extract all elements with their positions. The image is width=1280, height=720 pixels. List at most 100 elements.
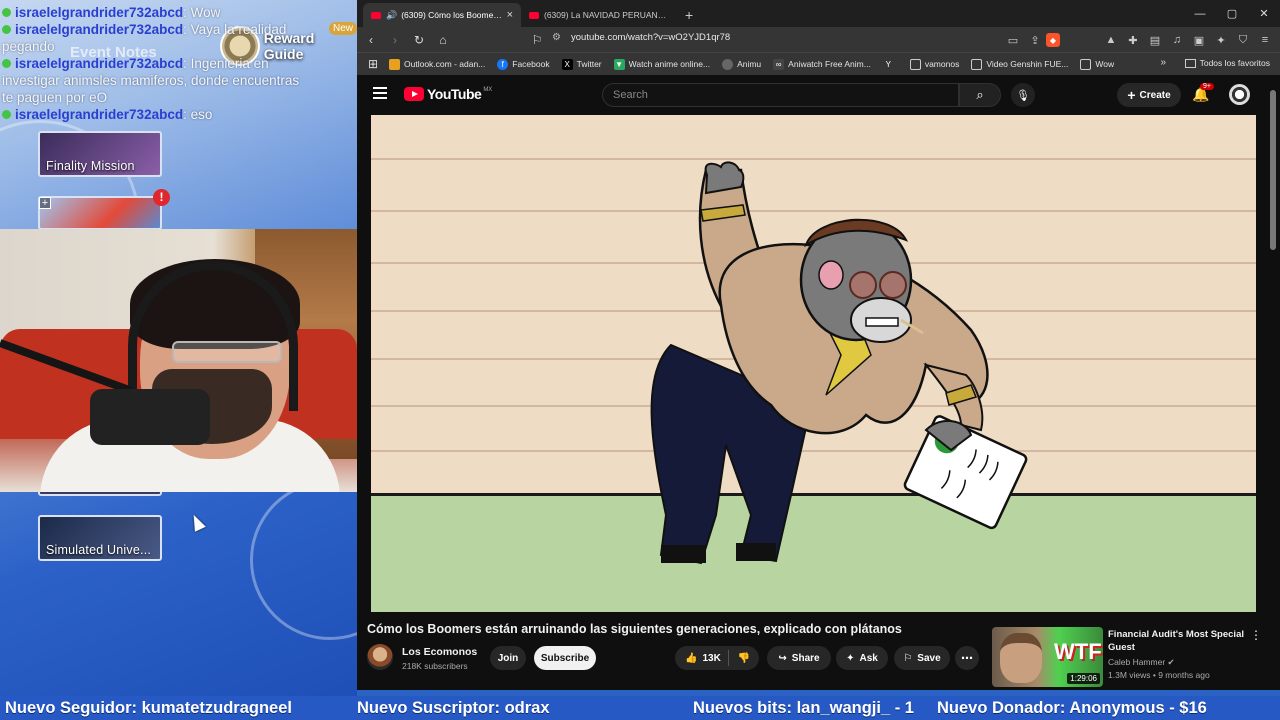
recommended-video-title[interactable]: Financial Audit's Most Special Guest [1108, 628, 1253, 654]
install-icon[interactable]: ▭ [1002, 30, 1024, 50]
new-badge: New [328, 22, 357, 35]
video-title: Cómo los Boomers están arruinando las si… [367, 622, 902, 636]
rewards-icon[interactable]: ▲ [1100, 30, 1122, 50]
finality-mission-card[interactable]: Finality Mission [38, 131, 162, 177]
youtube-logo[interactable]: YouTube MX [404, 86, 492, 102]
user-badge-icon [2, 59, 11, 68]
recommended-menu-icon[interactable]: ⋮ [1250, 628, 1262, 642]
simulated-universe-label: Simulated Unive... [46, 543, 152, 557]
bookmark-twitter[interactable]: X Twitter [561, 58, 602, 70]
stream-ticker: Nuevo Seguidor: kumatetzudragneel Nuevo … [0, 696, 1280, 720]
back-icon[interactable]: ‹ [361, 30, 381, 50]
dislike-button[interactable]: 👎 [729, 653, 759, 664]
decorative-swirl [250, 480, 357, 640]
extensions-icon[interactable]: ✚ [1122, 30, 1144, 50]
bookmark-animu[interactable]: Animu [722, 58, 761, 70]
chat-username: israelelgrandrider732abcd [15, 107, 184, 122]
bookmark-facebook[interactable]: f Facebook [497, 58, 550, 70]
webcam-feed [0, 229, 357, 492]
close-tab-icon[interactable]: × [507, 9, 513, 21]
minimize-icon[interactable]: — [1184, 0, 1216, 27]
vpn-icon[interactable]: ⛉ [1232, 30, 1254, 50]
save-button[interactable]: ⚐ Save [894, 646, 950, 670]
more-actions-button[interactable]: ⋯ [955, 646, 979, 670]
all-bookmarks-folder[interactable]: Todos los favoritos [1184, 58, 1270, 68]
subscriber-count: 218K subscribers [402, 661, 468, 671]
channel-avatar[interactable] [367, 644, 393, 670]
bookmark-outlook[interactable]: Outlook.com - adan... [389, 58, 485, 70]
more-bookmarks-icon[interactable]: » [1160, 57, 1166, 68]
forward-icon[interactable]: › [385, 30, 405, 50]
chat-text: Wow [190, 5, 221, 20]
music-icon[interactable]: ♫ [1166, 30, 1188, 50]
event-card[interactable] [38, 196, 162, 230]
bookmark-aniwatch[interactable]: ∞ Aniwatch Free Anim... [773, 58, 871, 70]
animu-icon [722, 58, 734, 70]
sidebar-icon[interactable]: ▤ [1144, 30, 1166, 50]
speaker-icon: 🔊 [386, 9, 398, 20]
cartoon-gorilla-illustration [650, 161, 1028, 565]
share-button[interactable]: ↪ Share [767, 646, 831, 670]
site-info-icon[interactable]: ⚙ [552, 32, 561, 43]
menu-icon[interactable]: ≡ [1254, 30, 1276, 50]
bookmark-icon[interactable]: ⚐ [527, 30, 547, 50]
hamburger-menu-icon[interactable] [373, 87, 387, 99]
finality-mission-label: Finality Mission [46, 159, 135, 173]
maximize-icon[interactable]: ▢ [1216, 0, 1248, 27]
youtube-play-icon [404, 87, 424, 101]
tab-title: (6309) Cómo los Boomers est [401, 10, 502, 20]
folder-video-genshin[interactable]: Video Genshin FUE... [971, 58, 1068, 70]
thumbs-up-icon: 👍 [685, 652, 698, 664]
plus-icon: + [39, 197, 51, 209]
chat-message: israelelgrandrider732abcd: Vaya la reali… [2, 22, 287, 54]
new-tab-button[interactable]: + [685, 3, 693, 27]
brave-shield-icon[interactable]: ◆ [1046, 33, 1060, 47]
bookmark-watch-anime[interactable]: ▼ Watch anime online... [613, 58, 710, 70]
subscribe-button[interactable]: Subscribe [534, 646, 596, 670]
folder-vamonos[interactable]: vamonos [909, 58, 959, 70]
y-icon: Y [885, 59, 891, 69]
home-icon[interactable]: ⌂ [433, 30, 453, 50]
address-bar[interactable]: youtube.com/watch?v=wO2YJD1qr78 [571, 32, 730, 43]
more-dots-icon: ⋯ [961, 651, 973, 665]
new-subscriber-text: Nuevo Suscriptor: odrax [357, 698, 550, 717]
like-dislike-group: 👍 13K 👎 [675, 646, 759, 670]
ask-button[interactable]: ✦ Ask [836, 646, 888, 670]
recommended-video-thumbnail[interactable]: WTF 1:29:06 [992, 627, 1103, 687]
chat-username: israelelgrandrider732abcd [15, 5, 184, 20]
simulated-universe-card[interactable]: Simulated Unive... [38, 515, 162, 561]
channel-name[interactable]: Los Ecomonos [402, 646, 477, 658]
new-bits-text: Nuevos bits: lan_wangji_ - 1 [693, 698, 914, 717]
bookmark-misc[interactable]: Y [883, 59, 898, 70]
recommended-channel-name[interactable]: Caleb Hammer ✔ [1108, 657, 1175, 668]
video-player[interactable] [371, 115, 1256, 612]
share-page-icon[interactable]: ⇪ [1024, 30, 1046, 50]
tab-title: (6309) La NAVIDAD PERUANA es OTR [544, 10, 671, 20]
close-window-icon[interactable]: ✕ [1248, 0, 1280, 27]
reload-icon[interactable]: ↻ [409, 30, 429, 50]
user-badge-icon [2, 25, 11, 34]
tab-active-video[interactable]: 🔊 (6309) Cómo los Boomers est × [363, 3, 521, 27]
join-button[interactable]: Join [490, 646, 526, 670]
account-avatar[interactable] [1229, 84, 1250, 105]
leo-icon[interactable]: ✦ [1210, 30, 1232, 50]
new-follower-text: Nuevo Seguidor: kumatetzudragneel [5, 698, 292, 717]
browser-window: 🔊 (6309) Cómo los Boomers est × (6309) L… [357, 0, 1280, 690]
wallet-icon[interactable]: ▣ [1188, 30, 1210, 50]
like-button[interactable]: 👍 13K [675, 650, 729, 666]
search-button[interactable]: ⌕ [959, 83, 1001, 107]
folder-wow[interactable]: Wow [1080, 58, 1114, 70]
search-input[interactable]: Search [602, 83, 959, 107]
apps-grid-icon[interactable]: ⊞ [363, 54, 383, 74]
chat-username: israelelgrandrider732abcd [15, 56, 184, 71]
tab-strip: 🔊 (6309) Cómo los Boomers est × (6309) L… [357, 0, 1280, 27]
chat-text: eso [190, 107, 213, 122]
voice-search-button[interactable]: 🎙 [1011, 83, 1035, 107]
chat-message: israelelgrandrider732abcd: Ingenieria en… [2, 56, 300, 105]
create-button[interactable]: + Create [1117, 83, 1181, 107]
chat-username: israelelgrandrider732abcd [15, 22, 184, 37]
chat-message: israelelgrandrider732abcd: eso [0, 106, 300, 123]
page-scrollbar[interactable] [1270, 90, 1276, 250]
bookmarks-bar: ⊞ Outlook.com - adan... f Facebook X Twitt… [357, 52, 1280, 75]
tab-navidad-peruana[interactable]: (6309) La NAVIDAD PERUANA es OTR [521, 3, 679, 27]
